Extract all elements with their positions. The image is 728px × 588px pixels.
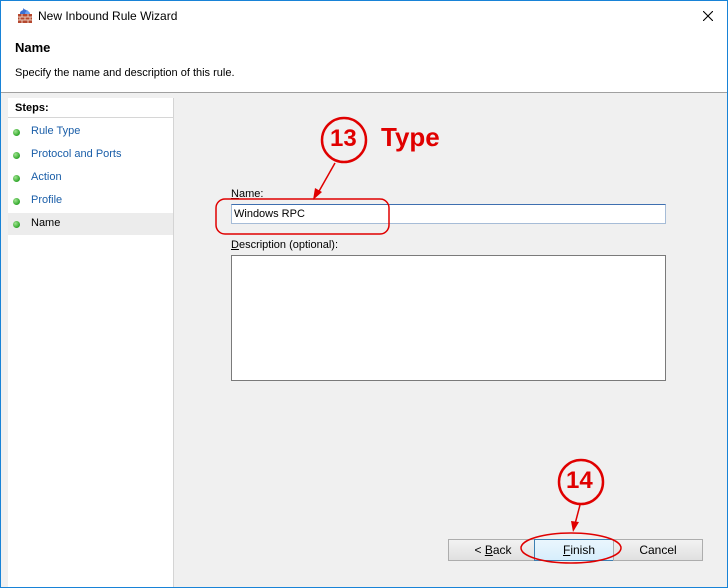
step-rule-type[interactable]: Rule Type (8, 121, 173, 143)
step-label: Action (31, 171, 62, 183)
title-bar[interactable]: New Inbound Rule Wizard (1, 1, 727, 31)
page-description: Specify the name and description of this… (15, 67, 235, 79)
step-complete-icon (13, 129, 20, 136)
cancel-button[interactable]: Cancel (613, 539, 703, 561)
back-button[interactable]: < Back (448, 539, 538, 561)
step-complete-icon (13, 175, 20, 182)
description-label: Description (optional): (231, 239, 339, 251)
name-label: Name: (231, 188, 264, 200)
page-title: Name (15, 40, 51, 55)
steps-divider (8, 117, 174, 118)
step-complete-icon (13, 198, 20, 205)
steps-pane: Steps: Rule Type Protocol and Ports Acti… (8, 98, 174, 587)
page-header: Name Specify the name and description of… (1, 31, 727, 93)
step-protocol-and-ports[interactable]: Protocol and Ports (8, 144, 173, 166)
steps-title: Steps: (15, 102, 49, 114)
step-label: Name (31, 217, 61, 229)
finish-button[interactable]: Finish (534, 539, 624, 561)
step-label: Profile (31, 194, 63, 206)
step-label: Rule Type (31, 125, 81, 137)
window-title: New Inbound Rule Wizard (38, 9, 178, 23)
step-action[interactable]: Action (8, 167, 173, 189)
wizard-window: New Inbound Rule Wizard Name Specify the… (0, 0, 728, 588)
description-input[interactable] (231, 255, 666, 381)
step14-number: 14 (566, 467, 593, 494)
step13-number: 13 (330, 125, 357, 152)
name-input[interactable] (231, 204, 666, 224)
firewall-icon (17, 8, 33, 24)
close-button[interactable] (689, 1, 727, 31)
step-profile[interactable]: Profile (8, 190, 173, 212)
step13-text: Type (381, 122, 440, 152)
step-name: Name (8, 213, 173, 235)
step-label: Protocol and Ports (31, 148, 122, 160)
close-icon (703, 11, 713, 21)
step-complete-icon (13, 152, 20, 159)
step-current-icon (13, 221, 20, 228)
